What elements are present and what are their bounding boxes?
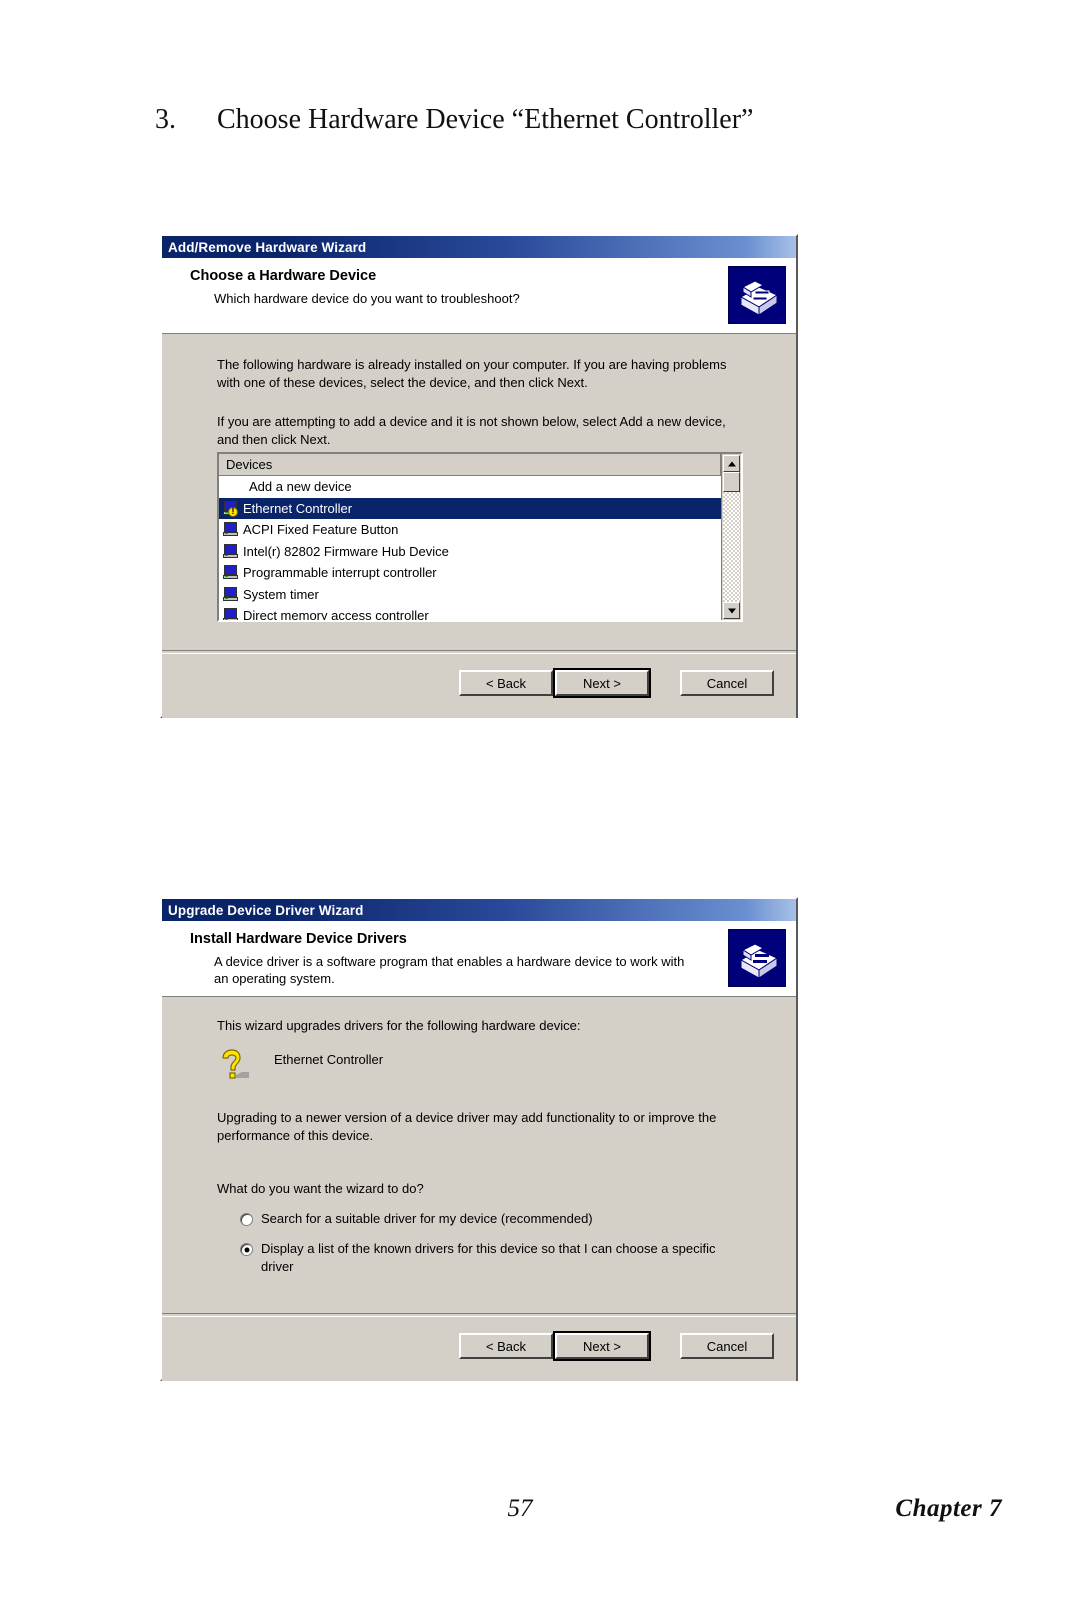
- list-item-label: System timer: [243, 586, 319, 602]
- dialog2-header-subtitle: A device driver is a software program th…: [214, 954, 685, 986]
- add-remove-hardware-wizard-dialog: Add/Remove Hardware Wizard Choose a Hard…: [160, 234, 798, 718]
- dialog2-question: What do you want the wizard to do?: [217, 1181, 424, 1196]
- dialog1-paragraph-2: If you are attempting to add a device an…: [217, 414, 726, 447]
- computer-icon: [223, 565, 239, 580]
- devices-list-items[interactable]: Add a new device Ethernet Controller: [219, 476, 721, 620]
- radio-option-display-list[interactable]: Display a list of the known drivers for …: [240, 1240, 720, 1276]
- computer-icon: [223, 522, 239, 537]
- dialog1-titlebar: Add/Remove Hardware Wizard: [162, 236, 796, 258]
- list-item[interactable]: Intel(r) 82802 Firmware Hub Device: [219, 541, 721, 563]
- scroll-down-arrow-icon[interactable]: [723, 602, 740, 619]
- dialog1-header-title: Choose a Hardware Device: [190, 268, 377, 284]
- back-button[interactable]: < Back: [459, 1333, 553, 1359]
- document-page: 3. Choose Hardware Device “Ethernet Contr…: [0, 0, 1080, 1618]
- page-footer: 57 Chapter 7: [0, 1495, 1080, 1535]
- list-item-label: Programmable interrupt controller: [243, 565, 437, 581]
- dialog2-paragraph-1: This wizard upgrades drivers for the fol…: [217, 1018, 581, 1033]
- list-item[interactable]: Programmable interrupt controller: [219, 562, 721, 584]
- next-button[interactable]: Next >: [553, 668, 651, 698]
- devices-column-header-label: Devices: [226, 457, 273, 472]
- dialog1-body: The following hardware is already instal…: [162, 334, 796, 650]
- chapter-label: Chapter 7: [895, 1495, 1002, 1522]
- dialog2-titlebar: Upgrade Device Driver Wizard: [162, 899, 796, 921]
- computer-icon: [223, 543, 239, 559]
- dialog2-title: Upgrade Device Driver Wizard: [168, 902, 364, 918]
- dialog1-header-subtitle: Which hardware device do you want to tro…: [214, 291, 520, 306]
- dialog2-button-row: < Back Next > Cancel: [162, 1317, 796, 1381]
- list-item-label: ACPI Fixed Feature Button: [243, 522, 399, 538]
- dialog1-paragraph-1: The following hardware is already instal…: [217, 357, 727, 390]
- heading-text: Choose Hardware Device “Ethernet Control…: [217, 104, 754, 135]
- list-item-label: Direct memory access controller: [243, 608, 429, 620]
- radio-option-label: Display a list of the known drivers for …: [261, 1241, 716, 1274]
- dialog2-body: This wizard upgrades drivers for the fol…: [162, 997, 796, 1313]
- back-button[interactable]: < Back: [459, 670, 553, 696]
- cancel-button[interactable]: Cancel: [680, 1333, 774, 1359]
- dialog1-header: Choose a Hardware Device Which hardware …: [162, 258, 796, 334]
- list-item[interactable]: ACPI Fixed Feature Button: [219, 519, 721, 541]
- dialog1-button-row: < Back Next > Cancel: [162, 654, 796, 718]
- scrollbar-thumb[interactable]: [723, 472, 740, 492]
- hardware-wizard-banner-icon: [728, 929, 786, 987]
- dialog2-header-title: Install Hardware Device Drivers: [190, 931, 407, 947]
- list-item[interactable]: System timer: [219, 584, 721, 606]
- radio-button-icon[interactable]: [240, 1213, 253, 1226]
- list-item-selected[interactable]: Ethernet Controller: [219, 497, 721, 519]
- devices-list-scrollbar[interactable]: [721, 454, 741, 620]
- next-button[interactable]: Next >: [553, 1331, 651, 1361]
- page-heading: 3. Choose Hardware Device “Ethernet Contr…: [155, 104, 915, 136]
- unknown-device-question-icon: [218, 1045, 252, 1081]
- devices-listbox[interactable]: Devices Add a new device Ethernet Contro…: [217, 452, 743, 622]
- hardware-wizard-banner-icon: [728, 266, 786, 324]
- dialog2-device-name: Ethernet Controller: [274, 1052, 384, 1067]
- radio-option-search-driver[interactable]: Search for a suitable driver for my devi…: [240, 1210, 740, 1228]
- list-item-label: Ethernet Controller: [243, 500, 353, 516]
- device-warning-icon: [223, 500, 239, 517]
- dialog1-title: Add/Remove Hardware Wizard: [168, 239, 367, 255]
- list-item-label: Add a new device: [249, 479, 352, 495]
- devices-column-header: Devices: [219, 454, 721, 476]
- scroll-up-arrow-icon[interactable]: [723, 455, 740, 472]
- list-item-label: Intel(r) 82802 Firmware Hub Device: [243, 543, 449, 559]
- dialog2-paragraph-2: Upgrading to a newer version of a device…: [217, 1110, 717, 1143]
- cancel-button[interactable]: Cancel: [680, 670, 774, 696]
- computer-icon: [223, 586, 239, 602]
- page-number: 57: [507, 1495, 533, 1522]
- heading-number: 3.: [155, 104, 176, 135]
- list-item[interactable]: Direct memory access controller: [219, 605, 721, 620]
- radio-option-label: Search for a suitable driver for my devi…: [261, 1211, 593, 1226]
- dialog2-header: Install Hardware Device Drivers A device…: [162, 921, 796, 997]
- radio-button-icon-selected[interactable]: [240, 1243, 253, 1256]
- upgrade-device-driver-wizard-dialog: Upgrade Device Driver Wizard Install Har…: [160, 897, 798, 1381]
- list-item[interactable]: Add a new device: [219, 476, 721, 498]
- computer-icon: [223, 608, 239, 620]
